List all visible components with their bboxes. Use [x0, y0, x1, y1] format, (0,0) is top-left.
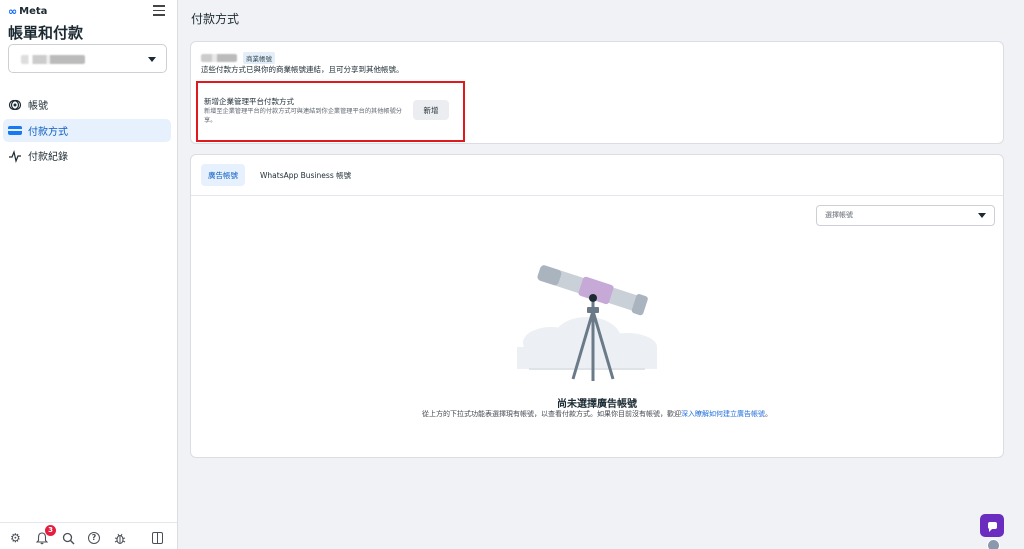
chat-support-button[interactable]	[980, 514, 1004, 537]
redacted-business-name	[201, 54, 237, 62]
bug-icon[interactable]	[114, 532, 126, 547]
tab-ad-accounts[interactable]: 廣告帳號	[201, 164, 245, 186]
chevron-down-icon	[978, 213, 986, 218]
empty-state-description: 從上方的下拉式功能表選擇現有帳號，以查看付款方式。如果你目前沒有帳號，歡迎深入瞭…	[191, 409, 1003, 419]
sidebar-footer: ⚙ 3 ?	[0, 522, 177, 549]
select-account-dropdown[interactable]: 選擇帳號	[816, 205, 995, 226]
add-payment-button[interactable]: 新增	[413, 100, 449, 120]
help-icon[interactable]: ?	[88, 532, 100, 544]
business-account-select[interactable]	[8, 44, 167, 73]
telescope-illustration	[517, 265, 657, 381]
accounts-icon	[8, 98, 22, 112]
menu-icon[interactable]	[153, 5, 165, 16]
sidebar: ∞ Meta 帳單和付款 帳號 付款方式 付款紀錄 ⚙ 3 ?	[0, 0, 178, 549]
chevron-down-icon	[148, 57, 156, 62]
panel-toggle-icon[interactable]	[152, 532, 163, 544]
sidebar-title: 帳單和付款	[8, 24, 84, 42]
meta-logo[interactable]: ∞ Meta	[8, 5, 47, 18]
page-title: 付款方式	[191, 12, 240, 26]
sidebar-item-payment-methods[interactable]: 付款方式	[3, 119, 171, 142]
sidebar-item-payment-history[interactable]: 付款紀錄	[3, 144, 171, 167]
business-card-description: 這些付款方式已與你的商業帳號連結，且可分享到其他帳號。	[201, 65, 404, 74]
chat-icon	[987, 522, 997, 532]
empty-state-text-end: 。	[765, 410, 772, 418]
notification-badge: 3	[45, 525, 56, 536]
meta-logo-text: Meta	[19, 6, 48, 17]
activity-icon	[8, 149, 22, 163]
sidebar-item-label: 帳號	[28, 101, 48, 112]
globe-icon[interactable]	[987, 539, 1000, 549]
empty-state-text: 從上方的下拉式功能表選擇現有帳號，以查看付款方式。如果你目前沒有帳號，歡迎	[422, 410, 681, 418]
business-payment-card: 商業帳號 這些付款方式已與你的商業帳號連結，且可分享到其他帳號。 新增企業管理平…	[190, 41, 1004, 144]
learn-create-ad-account-link[interactable]: 深入瞭解如何建立廣告帳號	[681, 410, 765, 418]
business-account-tag: 商業帳號	[243, 52, 275, 64]
sidebar-item-label: 付款紀錄	[28, 152, 68, 163]
search-icon[interactable]	[62, 532, 75, 547]
account-tabs: 廣告帳號 WhatsApp Business 帳號	[191, 155, 1003, 196]
redacted-account-name	[21, 55, 85, 64]
account-payment-card: 廣告帳號 WhatsApp Business 帳號 選擇帳號 尚未選擇廣告帳號 …	[190, 154, 1004, 458]
credit-card-icon	[8, 124, 22, 138]
add-payment-title: 新增企業管理平台付款方式	[204, 97, 294, 106]
sidebar-item-label: 付款方式	[28, 127, 68, 138]
settings-icon[interactable]: ⚙	[10, 532, 21, 544]
select-account-placeholder: 選擇帳號	[825, 211, 853, 219]
empty-state-title: 尚未選擇廣告帳號	[557, 399, 637, 410]
add-payment-description: 新增至企業管理平台的付款方式可與連結到你企業管理平台的其他帳號分享。	[204, 108, 402, 124]
business-account-row: 商業帳號	[201, 52, 275, 64]
meta-infinity-icon: ∞	[8, 5, 18, 18]
tab-whatsapp-business-accounts[interactable]: WhatsApp Business 帳號	[253, 164, 358, 186]
sidebar-item-accounts[interactable]: 帳號	[3, 93, 171, 116]
